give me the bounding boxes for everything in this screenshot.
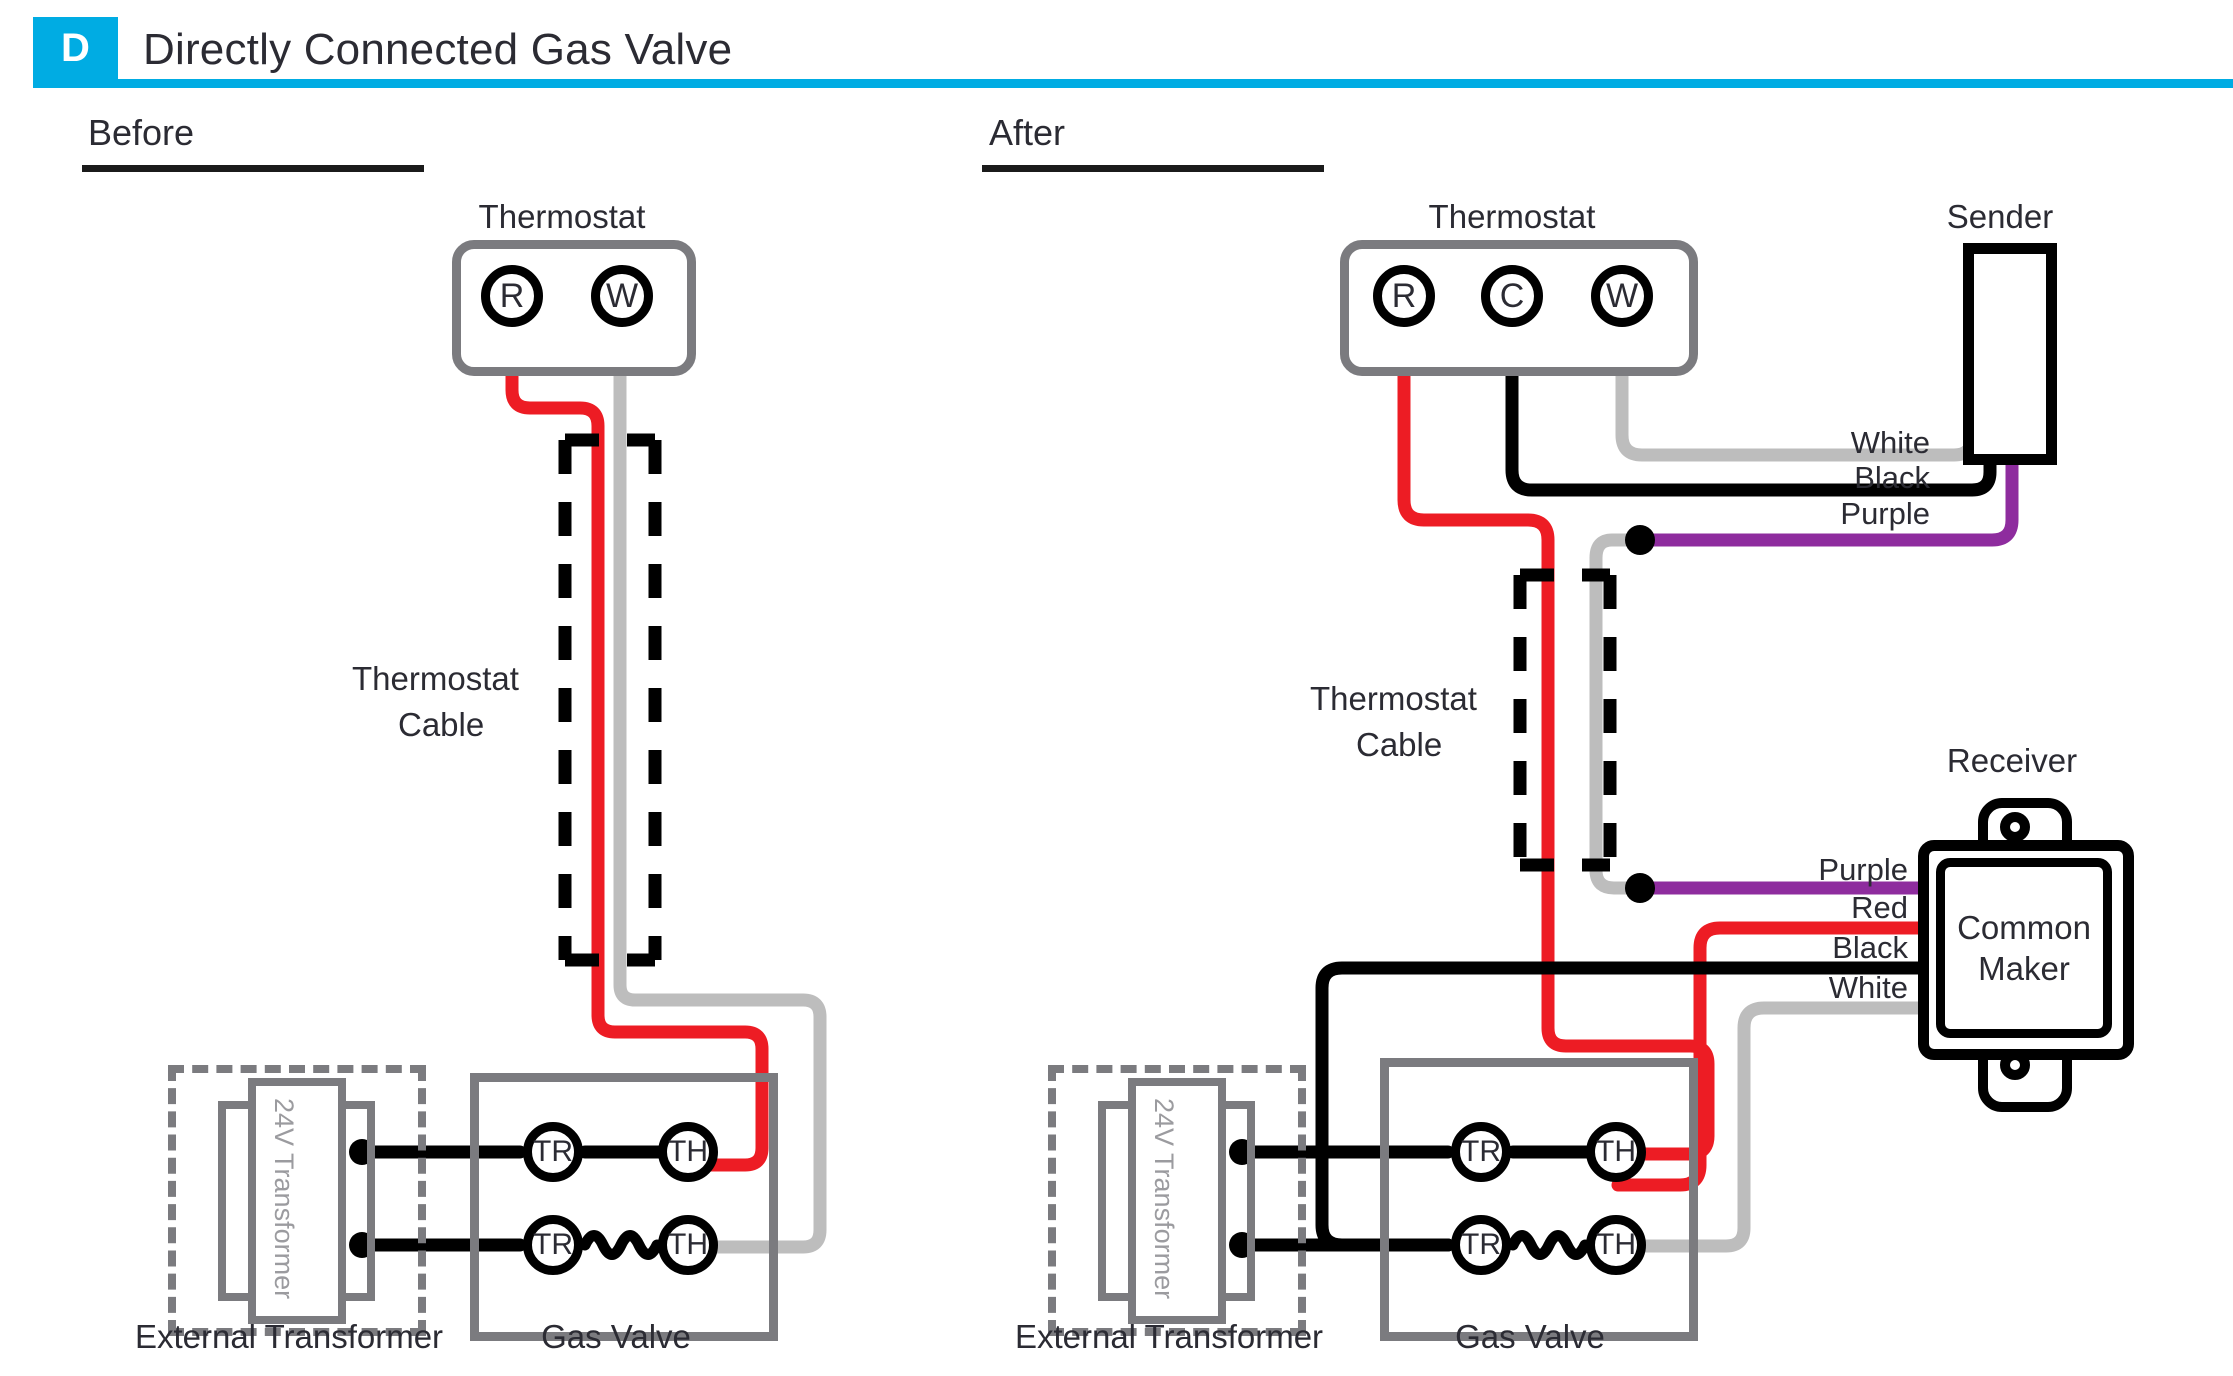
before-cable-outline — [558, 433, 662, 967]
after-terminal-w[interactable]: W — [1591, 265, 1653, 327]
before-gas-valve-label: Gas Valve — [541, 1318, 691, 1355]
after-sender-wire-label-white: White — [1850, 425, 1930, 460]
after-receiver-name-line1: Common — [1957, 908, 2091, 946]
after-cable-label-line1: Thermostat — [1310, 680, 1477, 717]
before-terminal-w[interactable]: W — [591, 265, 653, 327]
after-receiver-label: Receiver — [1946, 742, 2078, 779]
after-valve-terminal-tr-top[interactable]: TR — [1451, 1122, 1511, 1182]
after-receiver-wire-label-white: White — [1828, 970, 1908, 1005]
after-terminal-r[interactable]: R — [1373, 265, 1435, 327]
after-transformer-label: External Transformer — [1014, 1318, 1324, 1355]
before-wire-r-red — [505, 348, 769, 1172]
after-valve-terminal-th-bottom[interactable]: TH — [1586, 1215, 1646, 1275]
before-valve-terminal-th-top[interactable]: TH — [658, 1122, 718, 1182]
before-cable-label-line2: Cable — [398, 706, 485, 743]
after-receiver-name-line2: Maker — [1978, 950, 2070, 987]
after-receiver-wire-label-purple: Purple — [1818, 852, 1908, 887]
before-cable-label-line1: Thermostat — [352, 660, 519, 697]
before-transformer-rating-text: 24V Transformer — [269, 1098, 299, 1300]
after-junction-dot-purple-top — [1625, 525, 1655, 555]
after-transformer-rating-text: 24V Transformer — [1149, 1098, 1179, 1300]
after-sender-wire-label-black: Black — [1854, 460, 1930, 495]
after-terminal-c[interactable]: C — [1481, 265, 1543, 327]
before-terminal-r[interactable]: R — [481, 265, 543, 327]
after-receiver-body[interactable]: Common Maker — [1936, 858, 2112, 1038]
before-transformer-label: External Transformer — [134, 1318, 444, 1355]
after-wire-gray-cable-run — [1589, 533, 1647, 895]
after-wire-r-red — [1397, 348, 1715, 1161]
after-sender-body — [1963, 243, 2057, 465]
after-thermostat-label: Thermostat — [1428, 198, 1596, 235]
before-valve-terminal-tr-top[interactable]: TR — [523, 1122, 583, 1182]
before-gas-valve-body — [470, 1073, 778, 1341]
after-valve-terminal-th-top[interactable]: TH — [1586, 1122, 1646, 1182]
after-receiver-wire-label-black: Black — [1832, 930, 1908, 965]
after-sender-label: Sender — [1946, 198, 2054, 235]
after-junction-dot-purple-bottom — [1625, 873, 1655, 903]
before-valve-terminal-th-bottom[interactable]: TH — [658, 1215, 718, 1275]
before-valve-terminal-tr-bottom[interactable]: TR — [523, 1215, 583, 1275]
after-sender-wire-label-purple: Purple — [1840, 496, 1930, 531]
before-thermostat-label: Thermostat — [478, 198, 646, 235]
after-gas-valve-label: Gas Valve — [1455, 1318, 1605, 1355]
after-receiver-mounting-hole-top — [2000, 812, 2030, 842]
after-receiver-wire-label-red: Red — [1851, 890, 1908, 925]
diagram-canvas: D Directly Connected Gas Valve Before Af… — [0, 0, 2233, 1376]
after-valve-terminal-tr-bottom[interactable]: TR — [1451, 1215, 1511, 1275]
after-gas-valve-body — [1380, 1058, 1698, 1341]
after-cable-label-line2: Cable — [1356, 726, 1443, 763]
